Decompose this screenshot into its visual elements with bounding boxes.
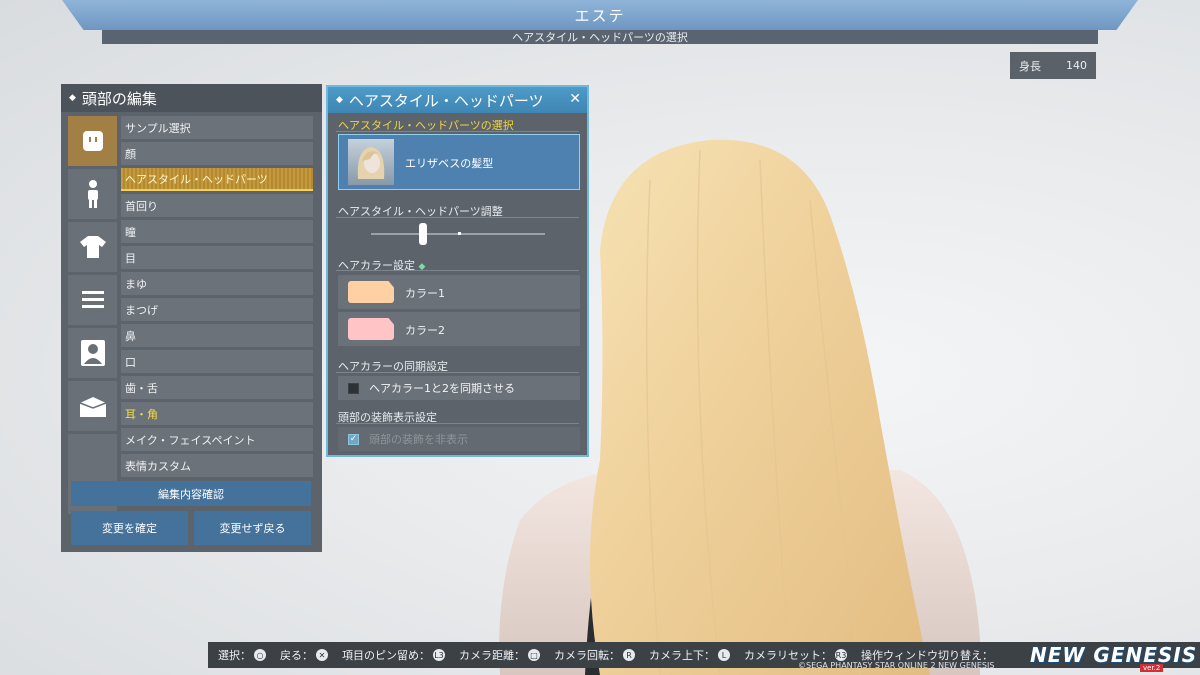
hair-color-2-swatch (348, 318, 394, 340)
body-icon (87, 180, 98, 208)
screen-subtitle-bar: ヘアスタイル・ヘッドパーツの選択 (102, 30, 1098, 44)
game-logo-version: ver.2 (1140, 664, 1164, 672)
screen-title-bar: エステ (62, 0, 1138, 30)
hairstyle-panel-title-bar: ◆ ヘアスタイル・ヘッドパーツ ✕ (328, 87, 587, 113)
menu-item-eyes[interactable]: 目 (121, 246, 313, 269)
menu-item-expression[interactable]: 表情カスタム (121, 454, 313, 477)
head-deco-row[interactable]: ✓ 頭部の装飾を非表示 (338, 427, 580, 451)
close-icon[interactable]: ✕ (569, 91, 581, 107)
category-tab-body[interactable] (68, 169, 117, 219)
menu-item-teeth-tongue[interactable]: 歯・舌 (121, 376, 313, 399)
hint-camera-rotate: カメラ回転： R (554, 647, 635, 663)
category-tab-outfit[interactable] (68, 222, 117, 272)
portrait-icon (80, 340, 105, 366)
diamond-icon: ◆ (69, 93, 76, 103)
hair-color-sync-checkbox[interactable] (348, 382, 359, 394)
menu-item-hairstyle[interactable]: ヘアスタイル・ヘッドパーツ (121, 168, 313, 191)
menu-item-makeup[interactable]: メイク・フェイスペイント (121, 428, 313, 451)
hair-color-1-label: カラー1 (405, 287, 445, 300)
divider (336, 217, 579, 218)
face-icon (82, 131, 103, 151)
category-tab-options[interactable] (68, 275, 117, 325)
r3-button-icon: R3 (835, 649, 847, 661)
hairstyle-panel-title: ヘアスタイル・ヘッドパーツ (348, 91, 544, 110)
category-tab-face[interactable] (68, 116, 117, 166)
divider (336, 131, 579, 132)
circle-button-icon: ○ (254, 649, 266, 661)
screen-title: エステ (574, 6, 626, 25)
hair-color-1-swatch (348, 281, 394, 303)
hairstyle-panel: ◆ ヘアスタイル・ヘッドパーツ ✕ ヘアスタイル・ヘッドパーツの選択 エリザベス… (326, 85, 589, 457)
box-icon (79, 397, 106, 417)
hint-camera-distance: カメラ距離： □ (459, 647, 540, 663)
back-without-change-button[interactable]: 変更せず戻る (194, 511, 311, 545)
menu-item-sample[interactable]: サンプル選択 (121, 116, 313, 139)
menu-item-eyebrows[interactable]: まゆ (121, 272, 313, 295)
height-value: 140 (1066, 59, 1087, 72)
hair-color-1-row[interactable]: カラー1 (338, 275, 580, 309)
hairstyle-thumbnail (348, 139, 394, 185)
head-deco-option: 頭部の装飾を非表示 (369, 433, 468, 446)
head-edit-panel: ◆ 頭部の編集 サンプル選択 顔 ヘアスタイル・ヘッドパーツ 首回り 瞳 目 ま… (61, 84, 322, 552)
hairstyle-select-card[interactable]: エリザベスの髪型 (338, 134, 580, 190)
head-edit-title: 頭部の編集 (81, 89, 157, 108)
hair-color-2-row[interactable]: カラー2 (338, 312, 580, 346)
hair-color-sync-row[interactable]: ヘアカラー1と2を同期させる (338, 376, 580, 400)
menu-item-neck[interactable]: 首回り (121, 194, 313, 217)
slider-thumb[interactable] (419, 223, 428, 245)
head-edit-title-bar: ◆ 頭部の編集 (61, 84, 322, 112)
height-badge: 身長 140 (1010, 52, 1096, 79)
category-tabs (68, 116, 119, 517)
shirt-icon (79, 236, 106, 258)
hair-color-2-label: カラー2 (405, 324, 445, 337)
category-tab-storage[interactable] (68, 381, 117, 431)
menu-item-eyelashes[interactable]: まつげ (121, 298, 313, 321)
category-tab-portrait[interactable] (68, 328, 117, 378)
divider (336, 270, 579, 271)
hairstyle-name: エリザベスの髪型 (405, 157, 494, 170)
divider (336, 423, 579, 424)
square-button-icon: □ (528, 649, 540, 661)
game-logo: NEW GENESIS (1030, 643, 1198, 667)
menu-item-ears-horns[interactable]: 耳・角 (121, 402, 313, 425)
height-label: 身長 (1019, 59, 1041, 73)
head-deco-checkbox[interactable]: ✓ (348, 433, 359, 445)
hint-camera-updown: カメラ上下： L (649, 647, 730, 663)
divider (336, 372, 579, 373)
hint-select: 選択： ○ (218, 647, 266, 663)
menu-lines-icon (81, 291, 104, 308)
hint-back: 戻る： ✕ (280, 647, 328, 663)
slider-center-mark (458, 232, 461, 235)
left-stick-icon: L (718, 649, 730, 661)
l3-button-icon: L3 (433, 649, 445, 661)
menu-item-pupils[interactable]: 瞳 (121, 220, 313, 243)
diamond-icon: ◆ (336, 95, 343, 105)
copyright-text: ©SEGA PHANTASY STAR ONLINE 2 NEW GENESIS (798, 661, 995, 670)
screen-subtitle: ヘアスタイル・ヘッドパーツの選択 (512, 31, 688, 44)
menu-item-nose[interactable]: 鼻 (121, 324, 313, 347)
cross-button-icon: ✕ (316, 649, 328, 661)
hair-color-sync-option: ヘアカラー1と2を同期させる (369, 382, 515, 395)
menu-item-mouth[interactable]: 口 (121, 350, 313, 373)
menu-item-face[interactable]: 顔 (121, 142, 313, 165)
hint-pin: 項目のピン留め： L3 (342, 649, 445, 662)
right-stick-icon: R (623, 649, 635, 661)
confirm-edit-button[interactable]: 編集内容確認 (71, 481, 311, 506)
apply-changes-button[interactable]: 変更を確定 (71, 511, 188, 545)
hairstyle-preview-icon (357, 147, 385, 179)
